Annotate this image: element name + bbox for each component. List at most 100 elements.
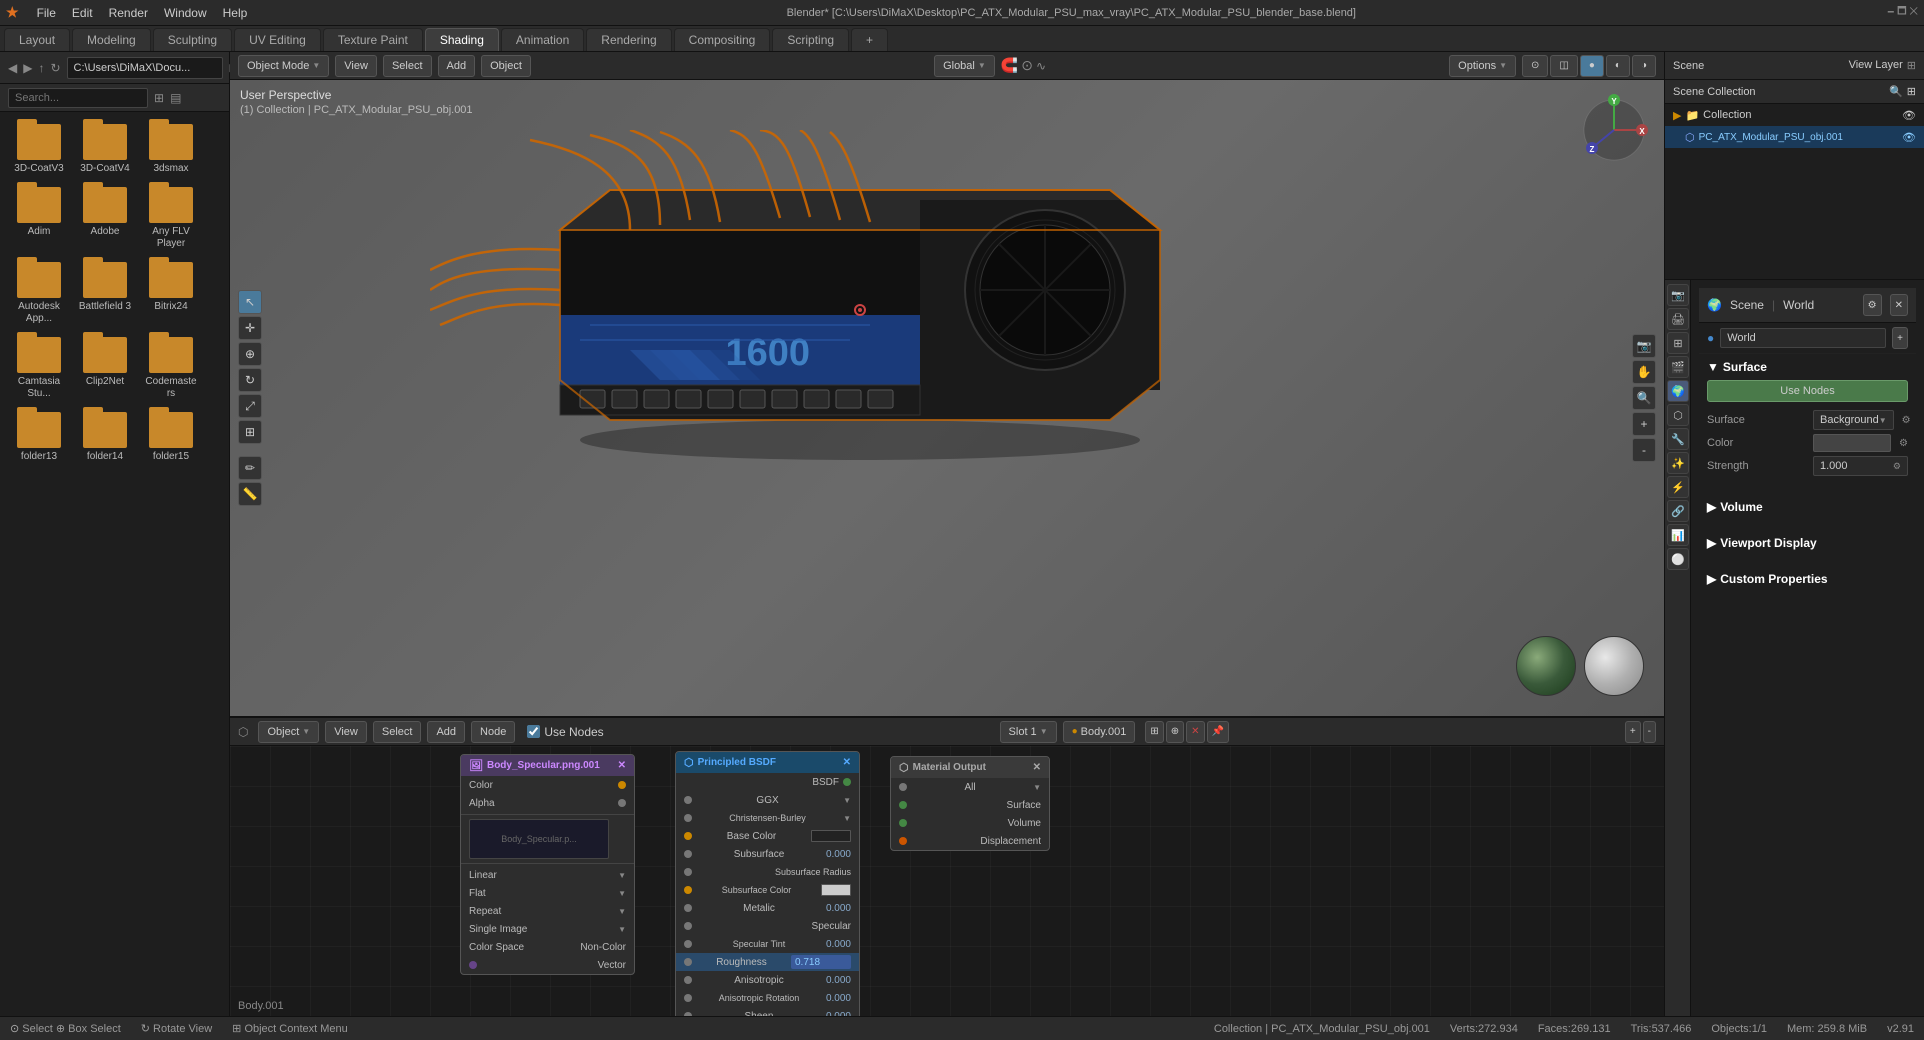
node-view-btn[interactable]: View [325, 721, 367, 743]
prop-tab-material[interactable]: ⚪ [1667, 548, 1689, 570]
node-zoom-in-btn[interactable]: + [1625, 721, 1641, 743]
bsdf-node-close[interactable]: ✕ [843, 757, 851, 768]
add-btn[interactable]: Add [438, 55, 476, 77]
xray-btn[interactable]: ◫ [1550, 55, 1577, 77]
texture-vector-socket[interactable] [469, 961, 477, 969]
bsdf-basecolor-socket[interactable] [684, 832, 692, 840]
node-bsdf[interactable]: ⬡ Principled BSDF ✕ BSDF GGX ▼ [675, 751, 860, 1016]
volume-expand-icon[interactable]: ▶ [1707, 500, 1716, 514]
file-item-adobe[interactable]: Adobe [74, 183, 136, 254]
outliner-search[interactable]: 🔍 [1889, 85, 1903, 98]
file-item-adim[interactable]: Adim [8, 183, 70, 254]
texture-node-close[interactable]: ✕ [618, 760, 626, 771]
prop-tab-modifier[interactable]: 🔧 [1667, 428, 1689, 450]
file-item-clip2net[interactable]: Clip2Net [74, 333, 136, 404]
texture-alpha-socket[interactable] [618, 799, 626, 807]
use-nodes-checkbox[interactable] [527, 725, 540, 738]
menu-edit[interactable]: Edit [64, 4, 101, 22]
menu-window[interactable]: Window [156, 4, 215, 22]
3d-viewport[interactable]: User Perspective (1) Collection | PC_ATX… [230, 80, 1664, 716]
rotate-tool-btn[interactable]: ↻ [238, 368, 262, 392]
world-close-btn[interactable]: ✕ [1890, 294, 1908, 316]
menu-help[interactable]: Help [215, 4, 256, 22]
pan-btn[interactable]: ✋ [1632, 360, 1656, 384]
sidebar-search-input[interactable] [8, 88, 148, 108]
color-picker-icon[interactable]: ⚙ [1899, 438, 1908, 449]
window-controls[interactable]: 🗕 🗖 ✕ [1887, 4, 1918, 21]
menu-render[interactable]: Render [101, 4, 156, 22]
remove-material-btn[interactable]: ✕ [1186, 721, 1204, 743]
node-object-dropdown[interactable]: Object ▼ [258, 721, 319, 743]
file-item-3dcoatv4[interactable]: 3D-CoatV4 [74, 120, 136, 179]
file-item-bitrix24[interactable]: Bitrix24 [140, 258, 202, 329]
options-btn[interactable]: Options ▼ [1449, 55, 1516, 77]
node-add-btn[interactable]: Add [427, 721, 465, 743]
prop-tab-physics[interactable]: ⚡ [1667, 476, 1689, 498]
prop-tab-render[interactable]: 📷 [1667, 284, 1689, 306]
material-name-btn[interactable]: ● Body.001 [1063, 721, 1136, 743]
select-tool-btn[interactable]: ↖ [238, 290, 262, 314]
surface-type-dropdown[interactable]: Background ▼ [1813, 410, 1894, 430]
snap-icon[interactable]: 🧲 [1001, 57, 1018, 74]
sidebar-up-btn[interactable]: ↑ [38, 61, 44, 75]
slot-dropdown[interactable]: Slot 1 ▼ [1000, 721, 1057, 743]
sidebar-back-btn[interactable]: ◀ [8, 61, 17, 75]
world-new-btn[interactable]: + [1892, 327, 1908, 349]
surface-settings-icon[interactable]: ⚙ [1902, 415, 1911, 426]
world-name-field[interactable]: World [1720, 328, 1886, 348]
transform-tool-btn[interactable]: ⊞ [238, 420, 262, 444]
tab-modeling[interactable]: Modeling [72, 28, 151, 51]
node-zoom-out-btn[interactable]: - [1643, 721, 1656, 743]
viewport-gizmo[interactable]: Y X Z [1574, 90, 1654, 170]
tab-animation[interactable]: Animation [501, 28, 584, 51]
move-tool-btn[interactable]: ⊕ [238, 342, 262, 366]
object-btn[interactable]: Object [481, 55, 531, 77]
view-layer-settings[interactable]: ⊞ [1907, 59, 1916, 72]
use-nodes-button[interactable]: Use Nodes [1707, 380, 1908, 402]
prop-tab-view-layer[interactable]: ⊞ [1667, 332, 1689, 354]
tab-rendering[interactable]: Rendering [586, 28, 671, 51]
file-item-3dcoatv3[interactable]: 3D-CoatV3 [8, 120, 70, 179]
file-item-folder15[interactable]: folder15 [140, 408, 202, 467]
output-node-close[interactable]: ✕ [1033, 762, 1041, 773]
viewport-display-expand-icon[interactable]: ▶ [1707, 536, 1716, 550]
file-item-codemasters[interactable]: Codemasters [140, 333, 202, 404]
file-item-folder14[interactable]: folder14 [74, 408, 136, 467]
file-item-camtasia[interactable]: Camtasia Stu... [8, 333, 70, 404]
view-btn[interactable]: View [335, 55, 377, 77]
world-settings-btn[interactable]: ⚙ [1863, 294, 1882, 316]
select-btn[interactable]: Select [383, 55, 432, 77]
outliner-filter[interactable]: ⊞ [1907, 85, 1916, 98]
tab-compositing[interactable]: Compositing [674, 28, 771, 51]
node-texture[interactable]: 🖼 Body_Specular.png.001 ✕ Color Alpha [460, 754, 635, 975]
object-visibility-icon[interactable]: 👁 [1902, 131, 1916, 144]
roughness-value[interactable]: 0.718 [791, 955, 851, 969]
tab-sculpting[interactable]: Sculpting [153, 28, 232, 51]
scale-tool-btn[interactable]: ⤢ [238, 394, 262, 418]
prop-tab-data[interactable]: 📊 [1667, 524, 1689, 546]
node-canvas[interactable]: 🖼 Body_Specular.png.001 ✕ Color Alpha [230, 746, 1664, 1016]
outliner-collection[interactable]: ▶ 📁 Collection 👁 [1665, 104, 1924, 126]
file-item-any-flv-player[interactable]: Any FLV Player [140, 183, 202, 254]
file-item-folder13[interactable]: folder13 [8, 408, 70, 467]
copy-material-btn[interactable]: ⊕ [1166, 721, 1184, 743]
camera-view-btn[interactable]: 📷 [1632, 334, 1656, 358]
browse-material-btn[interactable]: ⊞ [1145, 721, 1163, 743]
sidebar-forward-btn[interactable]: ▶ [23, 61, 32, 75]
prop-tab-constraints[interactable]: 🔗 [1667, 500, 1689, 522]
prop-tab-object[interactable]: ⬡ [1667, 404, 1689, 426]
bsdf-output-socket[interactable] [843, 778, 851, 786]
texture-color-socket[interactable] [618, 781, 626, 789]
annotate-btn[interactable]: ✏ [238, 456, 262, 480]
sidebar-grid-view-btn[interactable]: ▤ [170, 91, 181, 105]
sidebar-path-input[interactable] [67, 57, 223, 79]
color-swatch[interactable] [1813, 434, 1891, 452]
zoom-in-btn[interactable]: + [1632, 412, 1656, 436]
overlay-btn[interactable]: ⊙ [1522, 55, 1548, 77]
tab-uv-editing[interactable]: UV Editing [234, 28, 321, 51]
prop-tab-particles[interactable]: ✨ [1667, 452, 1689, 474]
object-mode-dropdown[interactable]: Object Mode ▼ [238, 55, 329, 77]
sidebar-refresh-btn[interactable]: ↻ [50, 61, 60, 75]
surface-expand-icon[interactable]: ▼ [1707, 360, 1719, 374]
tab-layout[interactable]: Layout [4, 28, 70, 51]
